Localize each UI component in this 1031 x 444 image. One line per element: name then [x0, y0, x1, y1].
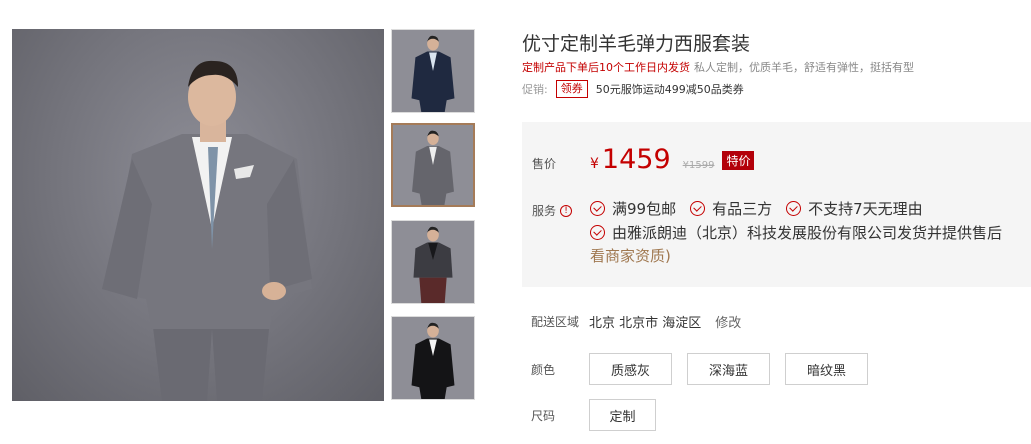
product-title: 优寸定制羊毛弹力西服套装 — [522, 33, 751, 55]
promotion-label: 促销: — [522, 83, 548, 96]
promotion-text: 50元服饰运动499减50品类券 — [595, 83, 744, 96]
size-selector-row: 尺码 定制 — [531, 399, 671, 431]
color-selector-row: 颜色 质感灰 深海蓝 暗纹黑 — [531, 353, 883, 385]
currency-symbol: ¥ — [590, 156, 599, 172]
price-panel: 售价 ¥ 1459 ¥1599 特价 服务 ! 满99包邮 有品三方 不支持7天… — [522, 122, 1031, 287]
service-line: 由雅派朗迪（北京）科技发展股份有限公司发货并提供售后 — [590, 220, 1031, 244]
special-price-badge: 特价 — [722, 151, 755, 170]
service-item-free-shipping: 满99包邮 — [590, 198, 676, 219]
service-item-label: 不支持7天无理由 — [808, 199, 923, 218]
check-circle-icon — [786, 200, 802, 216]
check-circle-icon — [590, 224, 605, 240]
service-item-third-party: 有品三方 — [690, 198, 772, 219]
thumbnail-grey-suit[interactable] — [391, 123, 475, 207]
merchant-qualification-link[interactable]: 看商家资质) — [590, 244, 1031, 268]
service-label-group: 服务 ! — [532, 202, 573, 219]
main-product-image — [12, 29, 384, 401]
price-label: 售价 — [532, 157, 557, 171]
size-label: 尺码 — [531, 408, 556, 423]
size-option-custom[interactable]: 定制 — [589, 399, 656, 431]
color-option-grey[interactable]: 质感灰 — [589, 353, 672, 385]
service-item-label: 有品三方 — [712, 199, 773, 218]
shipping-region-row: 配送区域 北京 北京市 海淀区 修改 — [531, 312, 741, 331]
price-row: 售价 ¥ 1459 ¥1599 特价 — [532, 144, 755, 175]
thumbnail-navy-suit[interactable] — [391, 29, 475, 113]
thumbnail-black-turtleneck-suit[interactable] — [391, 220, 475, 304]
service-item-label: 满99包邮 — [612, 199, 677, 218]
original-price: ¥1599 — [682, 160, 715, 171]
check-circle-icon — [690, 200, 706, 216]
modify-region-link[interactable]: 修改 — [715, 312, 741, 331]
info-icon[interactable]: ! — [560, 204, 573, 217]
sale-price: 1459 — [601, 144, 671, 175]
get-coupon-button[interactable]: 领券 — [555, 80, 588, 98]
service-label: 服务 — [532, 204, 557, 218]
seller-text: 由雅派朗迪（北京）科技发展股份有限公司发货并提供售后 — [612, 223, 1003, 242]
product-selling-points: 私人定制，优质羊毛，舒适有弹性，挺括有型 — [694, 61, 914, 74]
color-option-navy[interactable]: 深海蓝 — [687, 353, 770, 385]
color-label: 颜色 — [531, 362, 556, 377]
service-line: 满99包邮 有品三方 不支持7天无理由 — [590, 196, 1031, 220]
color-option-black[interactable]: 暗纹黑 — [785, 353, 868, 385]
service-item-seller: 由雅派朗迪（北京）科技发展股份有限公司发货并提供售后 — [590, 222, 1002, 243]
promotion-row: 促销: 领券 50元服饰运动499减50品类券 — [522, 80, 744, 98]
thumbnail-black-suit[interactable] — [391, 316, 475, 400]
shipping-label: 配送区域 — [531, 315, 580, 329]
shipping-region[interactable]: 北京 北京市 海淀区 — [589, 312, 701, 331]
check-circle-icon — [590, 200, 605, 216]
shipping-notice: 定制产品下单后10个工作日内发货 — [522, 61, 690, 74]
product-subtitle: 定制产品下单后10个工作日内发货 私人定制，优质羊毛，舒适有弹性，挺括有型 — [522, 59, 914, 75]
service-items: 满99包邮 有品三方 不支持7天无理由 由雅派朗迪（北京）科技发展股份有限公司发… — [590, 196, 1031, 268]
service-item-no-return: 不支持7天无理由 — [786, 198, 923, 219]
